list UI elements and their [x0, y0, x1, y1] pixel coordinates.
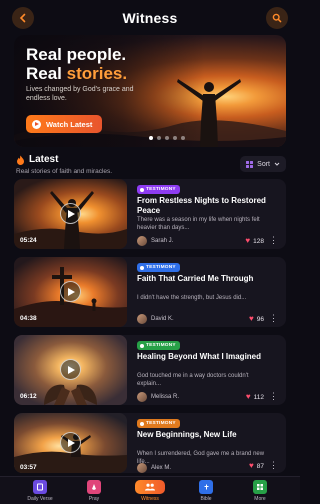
more-options-icon[interactable]: ⋮	[269, 314, 278, 323]
hero-line-1: Real people.	[26, 45, 127, 64]
carousel-dot[interactable]	[173, 136, 177, 140]
hero-banner[interactable]: Real people. Real stories. Lives changed…	[14, 35, 286, 147]
praying-hands-icon	[87, 480, 101, 494]
like-count[interactable]: ♥ 128	[245, 237, 264, 245]
card-author: Alex M.	[137, 463, 171, 473]
testimony-card[interactable]: 03:57 TESTIMONY New Beginnings, New Life…	[14, 413, 286, 473]
chevron-down-icon	[274, 162, 280, 166]
play-icon[interactable]	[60, 432, 81, 453]
testimony-card[interactable]: 05:24 TESTIMONY From Restless Nights to …	[14, 179, 286, 249]
video-duration: 06:12	[20, 393, 37, 400]
hero-subtitle: Lives changed by God's grace and endless…	[26, 86, 134, 102]
bottom-nav: Daily Verse Pray Witness Bible More	[0, 476, 300, 504]
card-title[interactable]: From Restless Nights to Restored Peace	[137, 196, 277, 215]
card-description: There was a season in my life when night…	[137, 217, 260, 231]
video-duration: 04:38	[20, 315, 37, 322]
people-icon	[135, 480, 165, 494]
nav-pray[interactable]: Pray	[70, 480, 118, 502]
hero-line-2a: Real	[26, 64, 67, 83]
card-author: Sarah J.	[137, 236, 173, 246]
search-button[interactable]	[266, 7, 288, 29]
app-header: Witness	[0, 0, 300, 36]
testimony-card[interactable]: 04:38 TESTIMONY Faith That Carried Me Th…	[14, 257, 286, 327]
more-options-icon[interactable]: ⋮	[269, 236, 278, 245]
hero-headline: Real people. Real stories.	[26, 45, 127, 83]
more-options-icon[interactable]: ⋮	[269, 461, 278, 470]
like-count[interactable]: ♥ 96	[249, 315, 264, 323]
category-badge: TESTIMONY	[137, 185, 180, 194]
search-icon	[272, 13, 282, 23]
category-badge: TESTIMONY	[137, 341, 180, 350]
avatar	[137, 463, 147, 473]
latest-heading: Latest	[16, 154, 58, 165]
video-thumbnail[interactable]: 05:24	[14, 179, 127, 249]
card-author: David K.	[137, 314, 174, 324]
heart-icon: ♥	[249, 314, 254, 323]
video-thumbnail[interactable]: 04:38	[14, 257, 127, 327]
play-icon	[32, 119, 41, 129]
avatar	[137, 314, 147, 324]
hero-line-2b: stories.	[66, 64, 128, 83]
video-duration: 03:57	[20, 464, 37, 471]
carousel-indicator[interactable]	[149, 136, 185, 140]
nav-more[interactable]: More	[236, 480, 284, 502]
testimony-card[interactable]: 06:12 TESTIMONY Healing Beyond What I Im…	[14, 335, 286, 405]
latest-subtitle: Real stories of faith and miracles.	[16, 168, 113, 175]
avatar	[137, 236, 147, 246]
bible-icon	[199, 480, 213, 494]
grid-icon	[253, 480, 267, 494]
card-title[interactable]: Healing Beyond What I Imagined	[137, 352, 277, 362]
video-thumbnail[interactable]: 03:57	[14, 413, 127, 473]
video-duration: 05:24	[20, 237, 37, 244]
chevron-left-icon	[19, 13, 26, 23]
card-description: God touched me in a way doctors couldn't…	[137, 373, 249, 387]
more-options-icon[interactable]: ⋮	[269, 392, 278, 401]
watch-latest-button[interactable]: Watch Latest	[26, 115, 103, 133]
carousel-dot[interactable]	[157, 136, 161, 140]
back-button[interactable]	[12, 7, 34, 29]
heart-icon: ♥	[245, 392, 251, 401]
flame-icon	[17, 155, 24, 165]
carousel-dot[interactable]	[165, 136, 169, 140]
nav-daily-verse[interactable]: Daily Verse	[16, 480, 64, 502]
grid-sort-icon	[246, 160, 254, 168]
play-icon[interactable]	[60, 359, 81, 380]
play-icon[interactable]	[60, 281, 81, 302]
sort-button[interactable]: Sort	[240, 156, 286, 172]
sort-label: Sort	[257, 160, 270, 168]
latest-title: Latest	[29, 154, 59, 165]
nav-witness[interactable]: Witness	[126, 480, 174, 502]
heart-icon: ♥	[245, 236, 251, 245]
card-description: I didn't have the strength, but Jesus di…	[137, 295, 247, 301]
heart-icon: ♥	[249, 461, 254, 470]
like-count[interactable]: ♥ 87	[249, 462, 264, 470]
avatar	[137, 392, 147, 402]
watch-latest-label: Watch Latest	[46, 119, 93, 129]
like-count[interactable]: ♥ 112	[246, 393, 264, 401]
page-title: Witness	[122, 10, 178, 26]
carousel-dot[interactable]	[149, 136, 153, 140]
nav-bible[interactable]: Bible	[182, 480, 230, 502]
book-icon	[33, 480, 47, 494]
carousel-dot[interactable]	[181, 136, 185, 140]
category-badge: TESTIMONY	[137, 419, 180, 428]
card-title[interactable]: New Beginnings, New Life	[137, 430, 277, 440]
card-title[interactable]: Faith That Carried Me Through	[137, 274, 277, 284]
category-badge: TESTIMONY	[137, 263, 180, 272]
card-author: Melissa R.	[137, 392, 179, 402]
video-thumbnail[interactable]: 06:12	[14, 335, 127, 405]
play-icon[interactable]	[60, 203, 81, 224]
